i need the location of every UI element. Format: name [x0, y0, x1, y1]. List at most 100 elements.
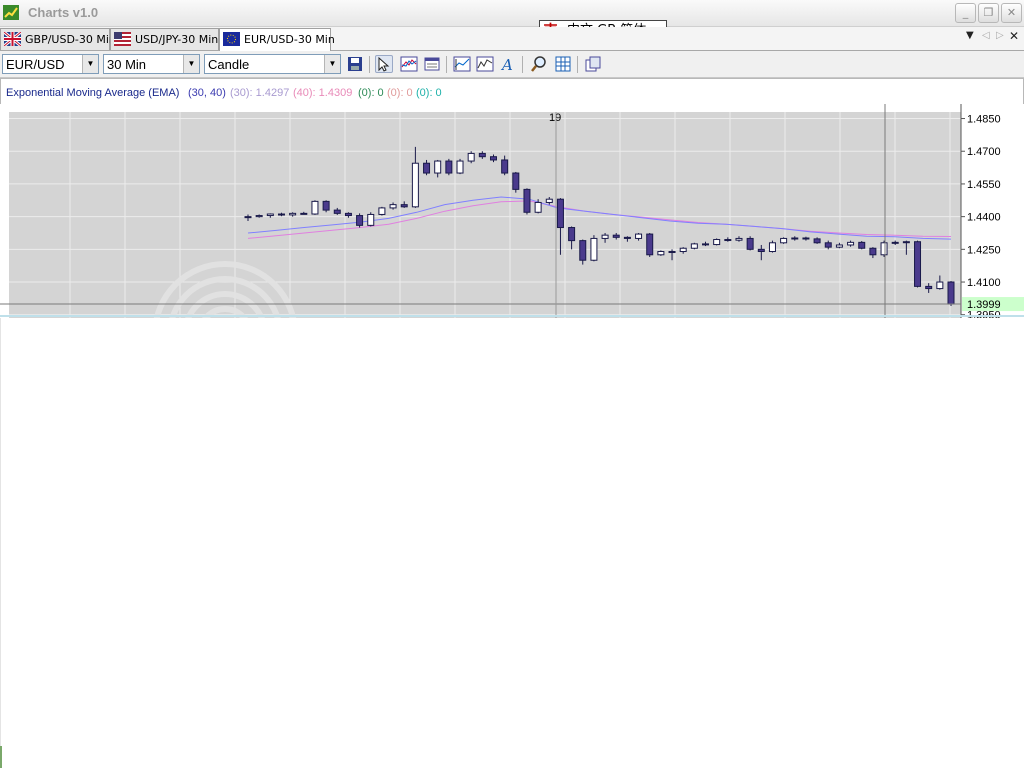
toolbar-separator — [522, 56, 523, 73]
candle-body — [434, 160, 442, 174]
window-icon[interactable] — [423, 55, 441, 73]
toolbar-separator — [446, 56, 447, 73]
candle-body — [266, 213, 274, 217]
candle-body — [824, 242, 832, 248]
minimize-button[interactable]: _ — [955, 3, 976, 23]
candle-body — [835, 244, 843, 248]
candle-body — [813, 238, 821, 244]
chevron-down-icon: ▼ — [183, 55, 199, 73]
candle-body — [947, 281, 955, 305]
candlestick-chart[interactable]: 1.4850 1.4700 1.4550 1.4400 1.4250 1.4100 1.39… — [0, 104, 1024, 407]
text-tool-icon[interactable]: A — [499, 55, 517, 73]
candle-body — [791, 237, 799, 240]
current-price-label: 1.3999 — [967, 299, 1001, 311]
candle-body — [244, 216, 252, 219]
candle-body — [456, 160, 464, 174]
axis-tick-label: 1.4550 — [967, 179, 1001, 191]
candle-body — [891, 241, 899, 244]
candle-body — [914, 241, 922, 287]
candle-body — [635, 233, 643, 239]
date-marker-label: 19 — [549, 112, 561, 124]
candle-body — [735, 237, 743, 241]
candle-body — [556, 198, 564, 229]
close-button[interactable]: ✕ — [1001, 3, 1022, 23]
candle-body — [590, 237, 598, 261]
candle-body — [523, 188, 531, 213]
candle-body — [713, 239, 721, 246]
cursor-icon[interactable] — [375, 55, 393, 73]
candle-body — [869, 247, 877, 256]
zero-value-2: (0): 0 — [387, 87, 413, 99]
price-chart-panel[interactable]: 1.4850 1.4700 1.4550 1.4400 1.4250 1.4100 1.39… — [0, 104, 1024, 407]
candle-body — [724, 239, 732, 242]
chart-line-icon[interactable] — [476, 55, 494, 73]
candle-body — [389, 204, 397, 209]
zero-value-1: (0): 0 — [358, 87, 384, 99]
candle-body — [925, 285, 933, 290]
ema40-value: (40): 1.4309 — [293, 87, 353, 99]
tab-label: GBP/USD-30 Min — [25, 33, 116, 46]
symbol-select[interactable]: EUR/USD ▼ — [2, 54, 99, 74]
toolbar-separator — [577, 56, 578, 73]
app-chart-icon — [3, 5, 19, 20]
chart-style-select[interactable]: Candle ▼ — [204, 54, 341, 74]
minimize-icon: _ — [962, 6, 969, 19]
save-icon[interactable] — [346, 55, 364, 73]
candle-body — [411, 162, 419, 208]
tab-eurusd[interactable]: EUR/USD-30 Min — [219, 28, 335, 51]
tab-usdjpy[interactable]: USD/JPY-30 Min — [110, 28, 219, 50]
chart-toolbar: EUR/USD ▼ 30 Min ▼ Candle ▼ A — [0, 51, 1024, 78]
candle-body — [612, 234, 620, 238]
zoom-icon[interactable] — [530, 55, 548, 73]
indicator-legend: Exponential Moving Average (EMA) (30, 40… — [0, 78, 1024, 106]
candle-body — [311, 200, 319, 215]
candle-body — [400, 204, 408, 208]
candle-body — [333, 209, 341, 214]
candle-body — [534, 201, 542, 213]
candle-body — [847, 241, 855, 246]
restore-icon: ❐ — [983, 6, 994, 19]
tab-label: USD/JPY-30 Min — [135, 33, 219, 46]
candle-body — [300, 212, 308, 215]
candle-body — [445, 160, 453, 174]
symbol-value: EUR/USD — [6, 57, 65, 72]
axis-tick-label: 1.4400 — [967, 212, 1001, 224]
candle-body — [646, 233, 654, 256]
eu-flag-icon — [223, 32, 240, 46]
plot-background — [9, 112, 961, 318]
candle-body — [568, 227, 576, 242]
candle-body — [902, 241, 910, 244]
candle-body — [601, 234, 609, 239]
tab-list-dropdown-icon[interactable]: ▼ — [966, 30, 974, 41]
grid-icon[interactable] — [554, 55, 572, 73]
candle-body — [423, 162, 431, 174]
candle-body — [623, 236, 631, 239]
tab-close-icon[interactable]: ✕ — [1009, 29, 1019, 43]
window-title: Charts v1.0 — [28, 5, 99, 20]
tab-next-icon[interactable]: ▷ — [996, 30, 1004, 41]
timeframe-value: 30 Min — [107, 57, 147, 72]
price-axis: 1.4850 1.4700 1.4550 1.4400 1.4250 1.4100 1.39… — [960, 104, 1024, 322]
candle-body — [322, 200, 330, 211]
candle-body — [780, 237, 788, 244]
candle-body — [757, 248, 765, 253]
candle-body — [255, 215, 263, 218]
chevron-down-icon: ▼ — [324, 55, 340, 73]
timeframe-select[interactable]: 30 Min ▼ — [103, 54, 200, 74]
candle-body — [679, 247, 687, 253]
candle-body — [858, 241, 866, 249]
chart-add-icon[interactable] — [453, 55, 471, 73]
candle-body — [668, 251, 676, 254]
restore-button[interactable]: ❐ — [978, 3, 999, 23]
export-icon[interactable] — [584, 55, 602, 73]
candle-body — [880, 242, 888, 256]
candle-body — [501, 159, 509, 174]
tab-gbpusd[interactable]: GBP/USD-30 Min — [0, 28, 116, 50]
candle-body — [512, 172, 520, 190]
indicator-icon[interactable] — [400, 55, 418, 73]
candle-body — [690, 243, 698, 249]
tab-prev-icon[interactable]: ◁ — [982, 30, 990, 41]
ema30-value: (30): 1.4297 — [230, 87, 290, 99]
candle-body — [378, 207, 386, 215]
candle-body — [467, 152, 475, 162]
